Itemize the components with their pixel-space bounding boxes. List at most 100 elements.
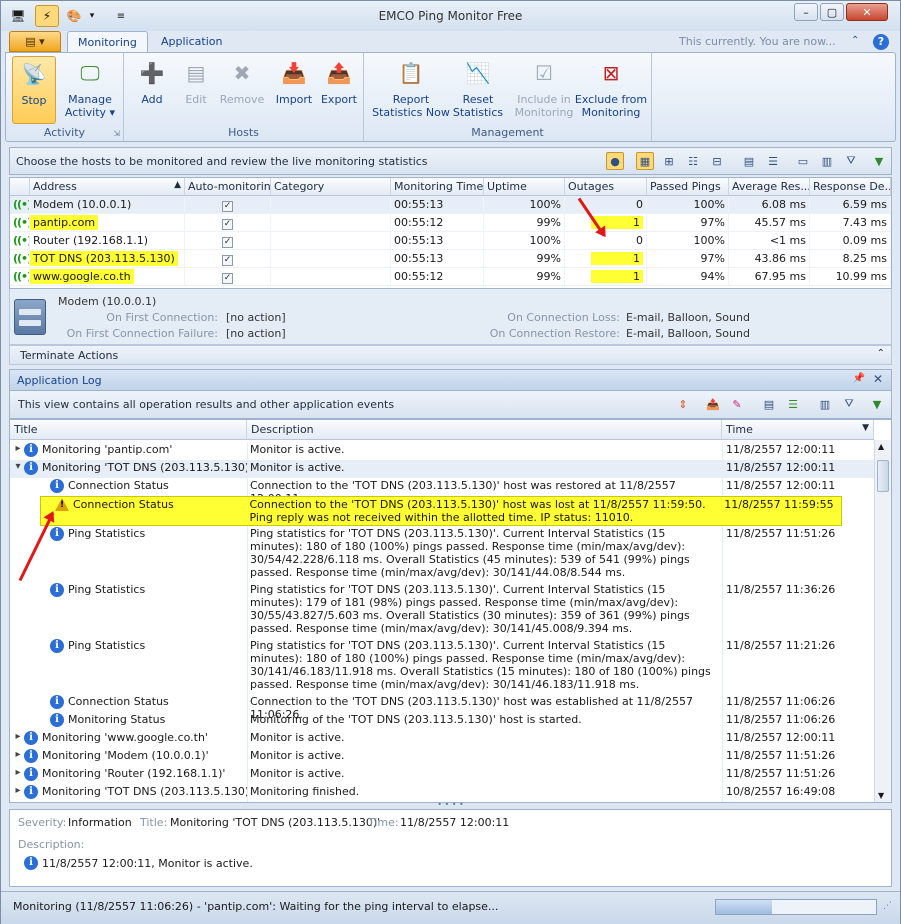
monitoring-time-cell: 00:55:13 [391,232,484,249]
monitoring-time-cell: 00:55:12 [391,268,484,285]
scroll-up-icon[interactable]: ▲ [878,442,884,451]
log-row[interactable]: i Ping Statistics Ping statistics for 'TOT… [10,638,874,694]
file-menu-button[interactable]: ▤ ▾ [9,31,61,52]
col-auto-monitoring[interactable]: Auto-monitoring [185,178,271,195]
collapse-node-icon[interactable]: ▾ [12,461,24,472]
expand-node-icon[interactable]: ▸ [12,767,24,778]
log-col-title[interactable]: Title [10,420,247,439]
grid-view-icon[interactable]: ▦ [636,152,654,170]
address-highlight: pantip.com [30,215,99,230]
scroll-down-icon[interactable]: ▼ [878,791,884,800]
log-description: Monitor is active. [247,766,722,784]
log-row[interactable]: i Ping Statistics Ping statistics for 'TOT… [10,526,874,582]
columns-icon[interactable]: ▥ [818,152,836,170]
log-row[interactable]: ▸ i Monitoring 'Modem (10.0.0.1)' Monitor i… [10,748,874,766]
edit-host-button[interactable]: ▤ Edit [176,56,216,124]
collapse-ribbon-icon[interactable]: ⌃ [851,35,859,46]
log-row[interactable]: i Monitoring Status Monitoring of the 'TOT… [10,712,874,730]
log-filter-icon[interactable]: ⛛ [840,395,858,413]
dialog-launcher-icon[interactable]: ⇲ [113,129,120,138]
tiles-view-icon[interactable]: ⊞ [660,152,678,170]
export-button[interactable]: 📤 Export [318,56,360,124]
remove-host-button[interactable]: ✖ Remove [220,56,265,124]
scroll-thumb[interactable] [877,460,889,492]
tree-view-icon[interactable]: ⊟ [708,152,726,170]
close-button[interactable]: ✕ [846,3,888,21]
tab-application[interactable]: Application [151,31,232,53]
outages-cell: 1 [565,250,647,267]
info-icon: i [24,749,38,763]
ribbon: 📡 Stop 🖵 Manage Activity ▾ Activity ⇲ ➕ … [5,52,896,142]
terminate-actions-bar[interactable]: Terminate Actions ⌃ [9,345,892,365]
log-row[interactable]: ! Connection Status Connection to the 'TOT… [40,496,842,526]
host-row[interactable]: ((•))pantip.com✓00:55:1299%197%45.57 ms7… [10,214,891,232]
col-category[interactable]: Category [271,178,391,195]
split-horizontal-icon[interactable]: ▤ [740,152,758,170]
log-row[interactable]: ▸ i Monitoring 'www.google.co.th' Monitor i… [10,730,874,748]
details-pane-icon[interactable]: ▭ [794,152,812,170]
host-row[interactable]: ((•))Modem (10.0.0.1)✓00:55:13100%0100%6… [10,196,891,214]
help-icon[interactable]: ? [873,34,889,50]
include-monitoring-button[interactable]: ☑ Include in Monitoring [512,56,576,124]
pin-icon[interactable]: 📌 [853,373,865,384]
log-row[interactable]: i Ping Statistics Ping statistics for 'TOT… [10,582,874,638]
log-col-description[interactable]: Description [247,420,722,439]
log-expand-icon[interactable]: ▼ [868,395,886,413]
log-row[interactable]: ▸ i Monitoring 'pantip.com' Monitor is acti… [10,442,874,460]
expand-down-icon[interactable]: ▼ [870,152,888,170]
log-row[interactable]: ▸ i Monitoring 'Router (192.168.1.1)' Monit… [10,766,874,784]
resize-grip-icon[interactable]: ⋰ [883,901,892,911]
log-col-time[interactable]: Time ▼ [722,420,874,439]
col-average-response[interactable]: Average Res... [729,178,810,195]
stop-button[interactable]: 📡 Stop [12,56,56,124]
filter-icon[interactable]: ⛛ [842,152,860,170]
split-none-icon[interactable]: ☰ [764,152,782,170]
log-title: Monitoring 'Router (192.168.1.1)' [42,767,226,780]
clear-log-icon[interactable]: ✎ [728,395,746,413]
col-outages[interactable]: Outages [565,178,647,195]
reset-statistics-button[interactable]: 📉 Reset Statistics [448,56,508,124]
host-row[interactable]: ((•))TOT DNS (203.113.5.130) ✓ 00:55:1399%… [10,250,891,268]
log-split-icon[interactable]: ▤ [760,395,778,413]
maximize-button[interactable]: ▢ [820,3,844,21]
uptime-cell: 100% [484,232,565,249]
log-columns-icon[interactable]: ▥ [816,395,834,413]
host-row[interactable]: ((•))Router (192.168.1.1)✓00:55:13100%01… [10,232,891,250]
minimize-button[interactable]: – [794,3,818,21]
list-view-icon[interactable]: ☷ [684,152,702,170]
log-time: 11/8/2557 12:00:11 [722,460,874,478]
group-view-icon[interactable]: ● [606,152,624,170]
checkbox[interactable]: ✓ [222,273,233,284]
import-button[interactable]: 📥 Import [274,56,314,124]
log-row[interactable]: i Connection Status Connection to the 'TOT… [10,478,874,505]
manage-activity-button[interactable]: 🖵 Manage Activity ▾ [62,56,118,124]
col-address[interactable]: Address ▲ [30,178,185,195]
expand-node-icon[interactable]: ▸ [12,749,24,760]
close-log-icon[interactable]: ✕ [873,372,883,386]
tab-monitoring[interactable]: Monitoring [67,31,148,53]
collapse-icon[interactable]: ⌃ [877,348,885,359]
col-uptime[interactable]: Uptime [484,178,565,195]
report-statistics-button[interactable]: 📋 Report Statistics Now [370,56,452,124]
col-response-deviation[interactable]: Response De... [810,178,891,195]
checkbox[interactable]: ✓ [222,201,233,212]
description-value: 11/8/2557 12:00:11, Monitor is active. [42,856,253,870]
col-monitoring-time[interactable]: Monitoring Time [391,178,484,195]
add-host-button[interactable]: ➕ Add [132,56,172,124]
expand-collapse-icon[interactable]: ⇕ [674,395,692,413]
expand-node-icon[interactable]: ▸ [12,443,24,454]
exclude-monitoring-button[interactable]: ⊠ Exclude from Monitoring [574,56,648,124]
export-log-icon[interactable]: 📤 [704,395,722,413]
log-scrollbar[interactable]: ▲ ▼ [874,440,891,802]
log-description: Connection to the 'TOT DNS (203.113.5.13… [247,478,722,505]
checkbox[interactable]: ✓ [222,219,233,230]
expand-node-icon[interactable]: ▸ [12,785,24,796]
log-layout-icon[interactable]: ☰ [784,395,802,413]
expand-node-icon[interactable]: ▸ [12,731,24,742]
checkbox[interactable]: ✓ [222,237,233,248]
host-row[interactable]: ((•))www.google.co.th ✓ 00:55:1299% 1 94%67.… [10,268,891,286]
col-passed-pings[interactable]: Passed Pings [647,178,729,195]
log-row[interactable]: i Connection Status Connection to the 'TOT… [10,694,874,721]
checkbox[interactable]: ✓ [222,255,233,266]
log-row[interactable]: ▾ i Monitoring 'TOT DNS (203.113.5.130)' Mo… [10,460,874,478]
